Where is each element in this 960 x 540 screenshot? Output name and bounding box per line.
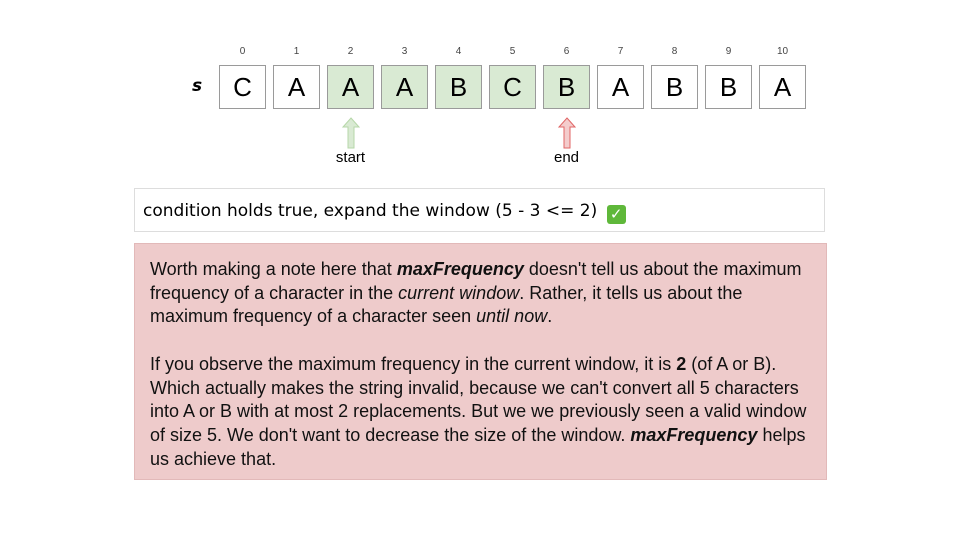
char-cell: A — [327, 65, 374, 109]
char-cell: C — [219, 65, 266, 109]
char-cell: A — [381, 65, 428, 109]
condition-text: condition holds true, expand the window … — [143, 201, 598, 221]
end-arrow-icon — [557, 117, 576, 149]
slide: s 0 C 1 A 2 A 3 A 4 B 5 C 6 B 7 A 8 B 9 B 10 A start end cond… — [0, 0, 960, 540]
index-label: 9 — [725, 46, 732, 57]
index-label: 4 — [455, 46, 462, 57]
char-cell: A — [597, 65, 644, 109]
check-mark-button-icon: ✓ — [606, 205, 626, 224]
note-emphasis: 2 — [676, 353, 687, 374]
start-pointer-label: start — [335, 149, 366, 166]
char-cell: B — [651, 65, 698, 109]
index-label: 8 — [671, 46, 678, 57]
note-paragraph-1: Worth making a note here that maxFrequen… — [150, 258, 812, 329]
index-label: 0 — [239, 46, 246, 57]
index-label: 1 — [293, 46, 300, 57]
end-pointer-label: end — [553, 149, 580, 166]
start-arrow-icon — [341, 117, 360, 149]
char-cell: B — [435, 65, 482, 109]
char-cell: B — [705, 65, 752, 109]
index-label: 5 — [509, 46, 516, 57]
index-label: 7 — [617, 46, 624, 57]
char-cell: B — [543, 65, 590, 109]
note-text: Worth making a note here that — [150, 259, 397, 279]
index-label: 6 — [563, 46, 570, 57]
index-label: 3 — [401, 46, 408, 57]
char-cell: C — [489, 65, 536, 109]
char-cell: A — [273, 65, 320, 109]
note-emphasis: current window — [398, 282, 520, 303]
condition-box: condition holds true, expand the window … — [134, 188, 825, 232]
note-box: Worth making a note here that maxFrequen… — [134, 243, 827, 480]
note-text: If you observe the maximum frequency in … — [150, 353, 677, 374]
index-label: 10 — [776, 46, 789, 57]
string-label: s — [192, 76, 203, 96]
note-emphasis: until now — [476, 306, 548, 327]
note-paragraph-2: If you observe the maximum frequency in … — [150, 353, 812, 472]
note-text: . — [547, 306, 553, 327]
note-emphasis: maxFrequency — [630, 424, 758, 445]
index-label: 2 — [347, 46, 354, 57]
char-cell: A — [759, 65, 806, 109]
note-emphasis: maxFrequency — [396, 259, 524, 279]
